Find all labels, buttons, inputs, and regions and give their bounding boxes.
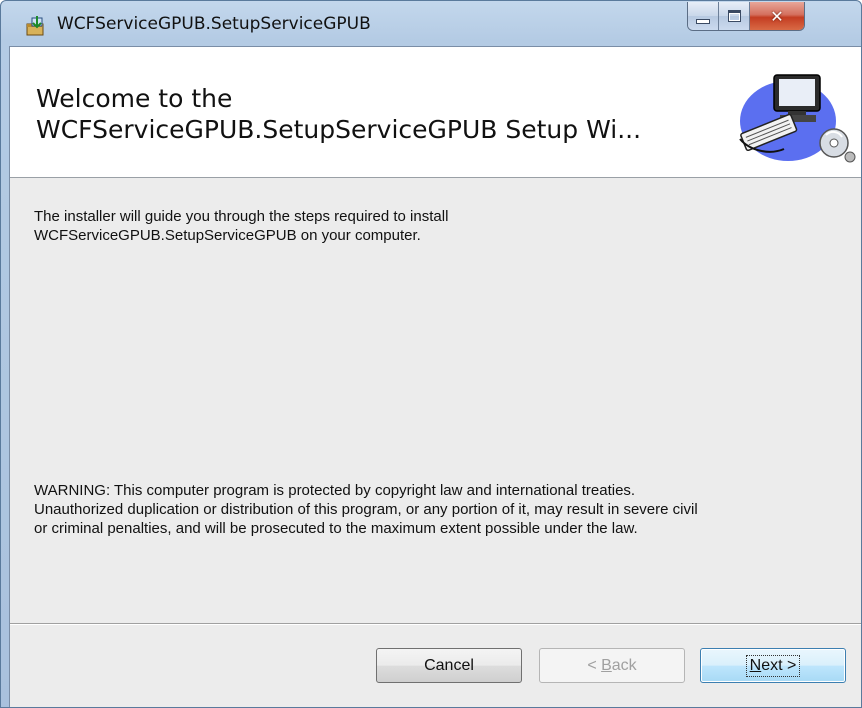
- intro-line1: The installer will guide you through the…: [34, 208, 449, 225]
- next-button[interactable]: Next >: [700, 648, 846, 683]
- window-title: WCFServiceGPUB.SetupServiceGPUB: [57, 14, 371, 34]
- minimize-icon: [696, 18, 710, 24]
- installer-window: WCFServiceGPUB.SetupServiceGPUB ✕ Welcom…: [0, 0, 862, 708]
- close-icon: ✕: [770, 6, 784, 26]
- warning-line1: WARNING: This computer program is protec…: [34, 482, 636, 499]
- banner-title: Welcome to the WCFServiceGPUB.SetupServi…: [36, 83, 641, 145]
- maximize-button[interactable]: [719, 2, 750, 30]
- installer-icon[interactable]: [25, 15, 47, 37]
- back-prefix: <: [587, 656, 602, 674]
- minimize-button[interactable]: [688, 2, 719, 30]
- back-button[interactable]: < Back: [539, 648, 685, 683]
- next-rest: ext >: [761, 656, 797, 674]
- banner-title-line2: WCFServiceGPUB.SetupServiceGPUB Setup Wi…: [36, 115, 642, 144]
- close-button[interactable]: ✕: [750, 2, 804, 30]
- warning-line3: or criminal penalties, and will be prose…: [34, 520, 638, 537]
- copyright-warning: WARNING: This computer program is protec…: [34, 481, 852, 538]
- intro-line2: WCFServiceGPUB.SetupServiceGPUB on your …: [34, 227, 421, 244]
- cancel-button[interactable]: Cancel: [376, 648, 522, 683]
- welcome-banner: Welcome to the WCFServiceGPUB.SetupServi…: [10, 47, 861, 178]
- window-controls: ✕: [687, 2, 805, 31]
- maximize-icon: [727, 10, 741, 22]
- intro-text: The installer will guide you through the…: [34, 207, 834, 245]
- next-focus-rect: Next >: [745, 654, 801, 677]
- next-accelerator: N: [749, 656, 762, 674]
- button-area-divider: [10, 623, 861, 625]
- title-bar[interactable]: WCFServiceGPUB.SetupServiceGPUB ✕: [1, 1, 861, 47]
- dialog-client-area: Welcome to the WCFServiceGPUB.SetupServi…: [9, 46, 861, 707]
- banner-title-line1: Welcome to the: [36, 84, 233, 113]
- back-rest: ack: [611, 656, 637, 674]
- computer-setup-illustration: [739, 74, 856, 163]
- warning-line2: Unauthorized duplication or distribution…: [34, 501, 698, 518]
- back-accelerator: B: [601, 656, 612, 674]
